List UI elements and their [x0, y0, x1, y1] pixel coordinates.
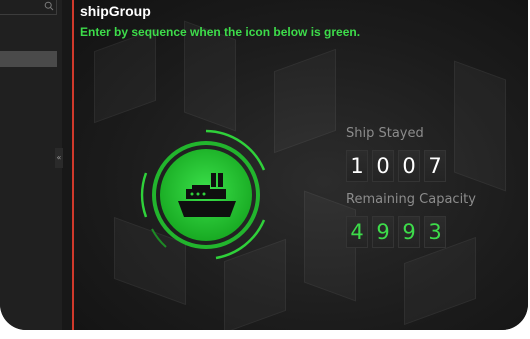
- instruction-text: Enter by sequence when the icon below is…: [80, 25, 361, 39]
- ship-status-indicator: [140, 129, 266, 260]
- background-building: [274, 48, 336, 154]
- ship-stayed-counter: 1 0 0 7: [346, 150, 446, 182]
- search-input[interactable]: [0, 0, 57, 15]
- main-panel: shipGroup Enter by sequence when the ico…: [74, 0, 528, 330]
- counter-digit: 9: [398, 216, 420, 248]
- sidebar: [0, 0, 62, 330]
- remaining-capacity-label: Remaining Capacity: [346, 192, 476, 207]
- background-building: [454, 60, 506, 192]
- counter-digit: 4: [346, 216, 368, 248]
- counter-digit: 9: [372, 216, 394, 248]
- background-building: [94, 28, 156, 124]
- app-window: « shipGroup Enter by sequence when the i…: [0, 0, 528, 330]
- ship-stayed-label: Ship Stayed: [346, 126, 424, 141]
- background-building: [404, 236, 476, 326]
- search-icon[interactable]: [44, 1, 54, 11]
- counter-digit: 3: [424, 216, 446, 248]
- collapse-sidebar-button[interactable]: «: [55, 148, 63, 168]
- remaining-capacity-counter: 4 9 9 3: [346, 216, 446, 248]
- counter-digit: 0: [372, 150, 394, 182]
- counter-digit: 0: [398, 150, 420, 182]
- counter-digit: 7: [424, 150, 446, 182]
- page-title: shipGroup: [80, 3, 151, 19]
- sidebar-item-selected[interactable]: [0, 51, 57, 67]
- counter-digit: 1: [346, 150, 368, 182]
